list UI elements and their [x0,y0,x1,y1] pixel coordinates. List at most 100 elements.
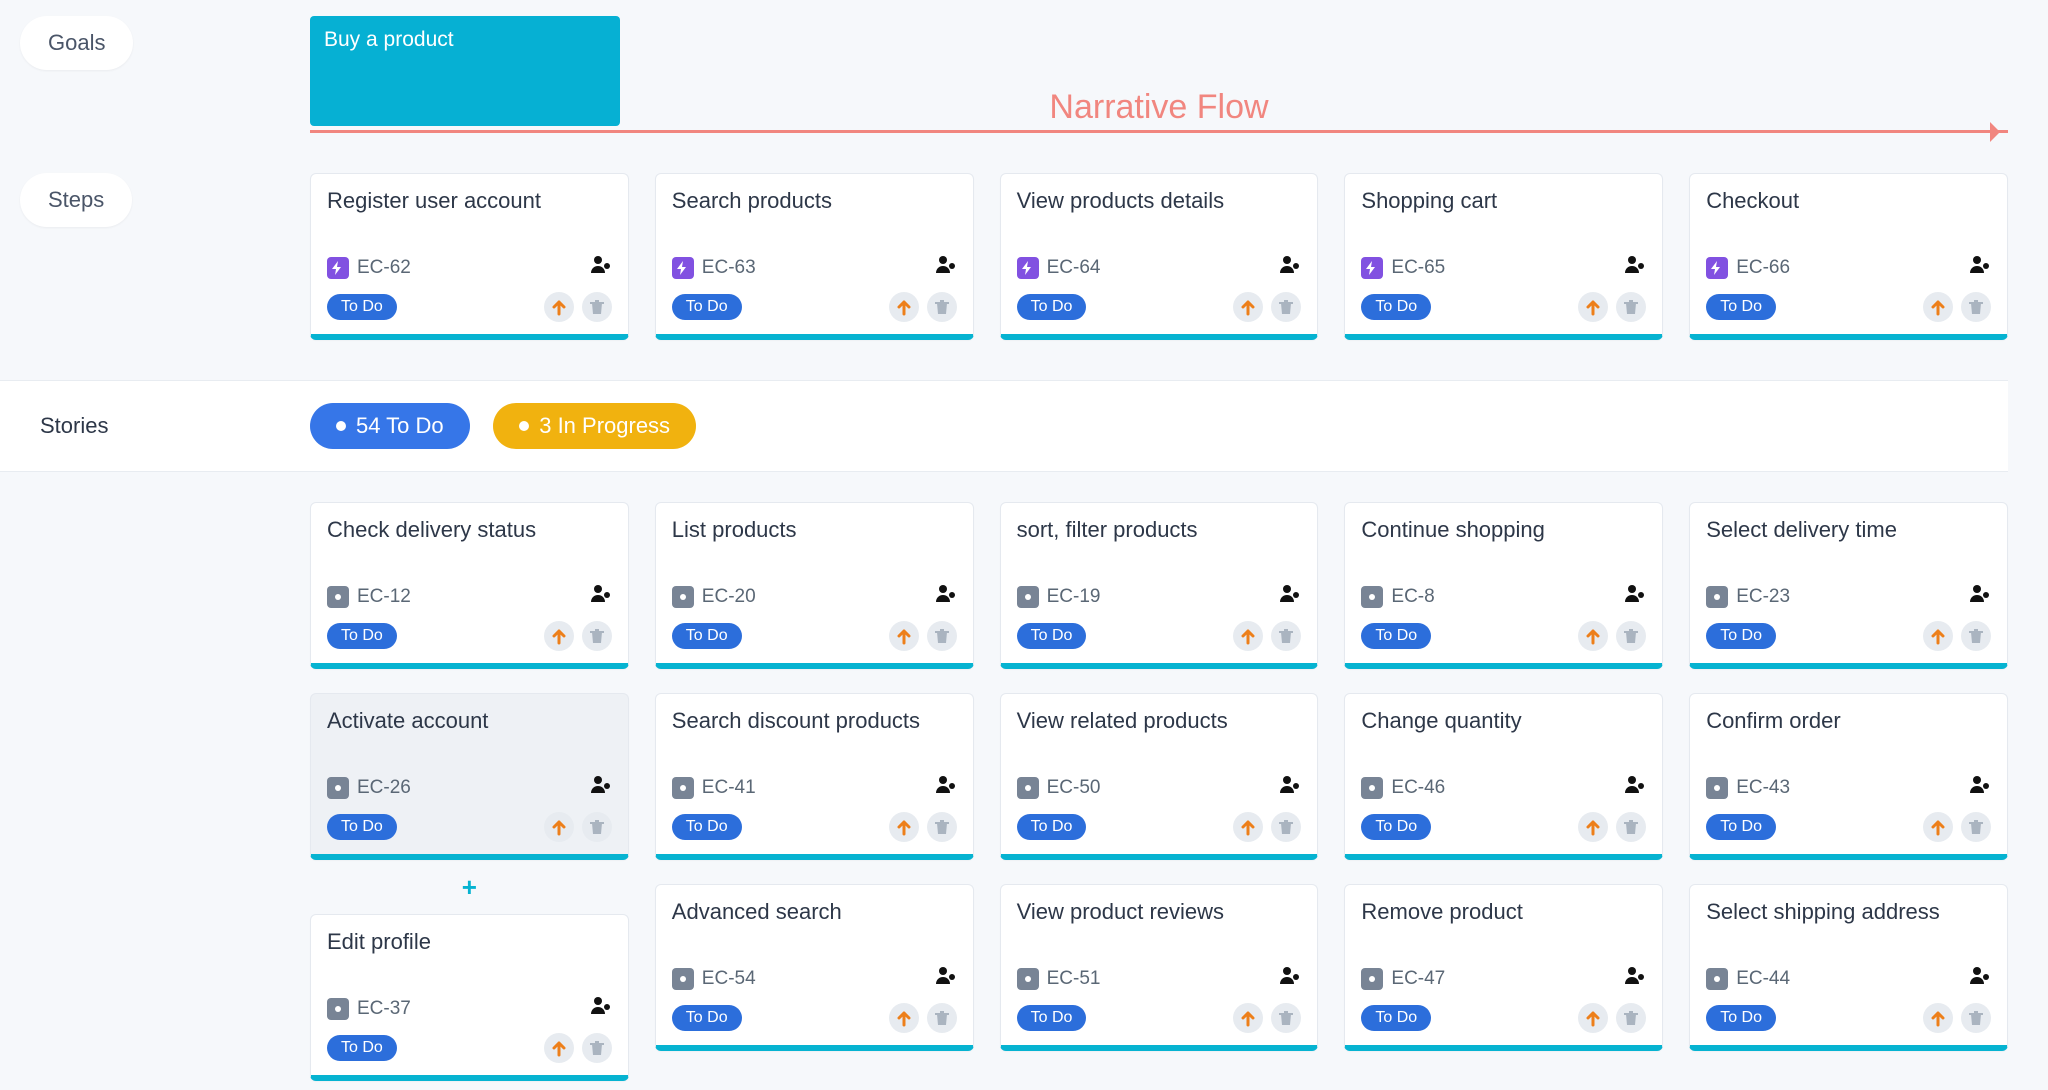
story-card[interactable]: Advanced search EC-54 To Do [655,884,974,1051]
priority-up-icon[interactable] [1923,812,1953,842]
priority-up-icon[interactable] [889,292,919,322]
priority-up-icon[interactable] [544,812,574,842]
delete-icon[interactable] [582,292,612,322]
delete-icon[interactable] [1616,292,1646,322]
priority-up-icon[interactable] [544,292,574,322]
delete-icon[interactable] [1616,621,1646,651]
delete-icon[interactable] [1271,812,1301,842]
assignee-icon[interactable] [1279,254,1301,282]
priority-up-icon[interactable] [1233,292,1263,322]
delete-icon[interactable] [927,621,957,651]
status-badge[interactable]: To Do [1017,1005,1087,1031]
delete-icon[interactable] [1271,1003,1301,1033]
delete-icon[interactable] [1616,1003,1646,1033]
story-card[interactable]: Confirm order EC-43 To Do [1689,693,2008,860]
story-card[interactable]: sort, filter products EC-19 To Do [1000,502,1319,669]
priority-up-icon[interactable] [889,621,919,651]
assignee-icon[interactable] [1624,583,1646,611]
status-badge[interactable]: To Do [327,1035,397,1061]
delete-icon[interactable] [1271,621,1301,651]
assignee-icon[interactable] [1624,965,1646,993]
add-story-button[interactable]: + [310,874,629,900]
status-badge[interactable]: To Do [327,623,397,649]
priority-up-icon[interactable] [1923,621,1953,651]
status-badge[interactable]: To Do [327,294,397,320]
priority-up-icon[interactable] [1578,292,1608,322]
story-card[interactable]: Select shipping address EC-44 To Do [1689,884,2008,1051]
assignee-icon[interactable] [1969,583,1991,611]
priority-up-icon[interactable] [1233,621,1263,651]
assignee-icon[interactable] [590,995,612,1023]
story-card[interactable]: Activate account EC-26 To Do [310,693,629,860]
status-badge[interactable]: To Do [1361,814,1431,840]
delete-icon[interactable] [582,1033,612,1063]
assignee-icon[interactable] [1279,965,1301,993]
priority-up-icon[interactable] [1578,812,1608,842]
priority-up-icon[interactable] [544,1033,574,1063]
story-card[interactable]: Continue shopping EC-8 To Do [1344,502,1663,669]
goal-card[interactable]: Buy a product [310,16,620,126]
assignee-icon[interactable] [590,583,612,611]
status-badge[interactable]: To Do [1706,294,1776,320]
status-badge[interactable]: To Do [1361,1005,1431,1031]
status-badge[interactable]: To Do [1706,1005,1776,1031]
status-badge[interactable]: To Do [327,814,397,840]
delete-icon[interactable] [1961,1003,1991,1033]
assignee-icon[interactable] [1624,254,1646,282]
delete-icon[interactable] [582,621,612,651]
delete-icon[interactable] [1961,292,1991,322]
status-badge[interactable]: To Do [1361,623,1431,649]
delete-icon[interactable] [1616,812,1646,842]
delete-icon[interactable] [1961,621,1991,651]
priority-up-icon[interactable] [1233,812,1263,842]
delete-icon[interactable] [582,812,612,842]
story-card[interactable]: Edit profile EC-37 To Do [310,914,629,1081]
assignee-icon[interactable] [590,254,612,282]
step-card[interactable]: Shopping cart EC-65 To Do [1344,173,1663,340]
priority-up-icon[interactable] [1578,1003,1608,1033]
assignee-icon[interactable] [1624,774,1646,802]
priority-up-icon[interactable] [1578,621,1608,651]
assignee-icon[interactable] [1969,965,1991,993]
status-badge[interactable]: To Do [672,814,742,840]
todo-count-pill[interactable]: 54 To Do [310,403,470,449]
step-card[interactable]: Checkout EC-66 To Do [1689,173,2008,340]
status-badge[interactable]: To Do [1017,294,1087,320]
story-card[interactable]: View related products EC-50 To Do [1000,693,1319,860]
status-badge[interactable]: To Do [672,1005,742,1031]
status-badge[interactable]: To Do [1706,623,1776,649]
assignee-icon[interactable] [590,774,612,802]
inprogress-count-pill[interactable]: 3 In Progress [493,403,696,449]
delete-icon[interactable] [927,812,957,842]
priority-up-icon[interactable] [889,1003,919,1033]
story-card[interactable]: Check delivery status EC-12 To Do [310,502,629,669]
priority-up-icon[interactable] [1923,1003,1953,1033]
priority-up-icon[interactable] [1923,292,1953,322]
story-card[interactable]: Remove product EC-47 To Do [1344,884,1663,1051]
delete-icon[interactable] [1961,812,1991,842]
status-badge[interactable]: To Do [672,623,742,649]
status-badge[interactable]: To Do [1706,814,1776,840]
story-card[interactable]: List products EC-20 To Do [655,502,974,669]
assignee-icon[interactable] [935,774,957,802]
status-badge[interactable]: To Do [1361,294,1431,320]
story-card[interactable]: View product reviews EC-51 To Do [1000,884,1319,1051]
step-card[interactable]: Search products EC-63 To Do [655,173,974,340]
assignee-icon[interactable] [935,254,957,282]
priority-up-icon[interactable] [544,621,574,651]
story-card[interactable]: Change quantity EC-46 To Do [1344,693,1663,860]
status-badge[interactable]: To Do [672,294,742,320]
delete-icon[interactable] [1271,292,1301,322]
status-badge[interactable]: To Do [1017,623,1087,649]
assignee-icon[interactable] [1969,774,1991,802]
assignee-icon[interactable] [1279,774,1301,802]
priority-up-icon[interactable] [1233,1003,1263,1033]
assignee-icon[interactable] [1969,254,1991,282]
assignee-icon[interactable] [935,583,957,611]
delete-icon[interactable] [927,1003,957,1033]
story-card[interactable]: Search discount products EC-41 To Do [655,693,974,860]
step-card[interactable]: Register user account EC-62 To Do [310,173,629,340]
story-card[interactable]: Select delivery time EC-23 To Do [1689,502,2008,669]
delete-icon[interactable] [927,292,957,322]
assignee-icon[interactable] [1279,583,1301,611]
